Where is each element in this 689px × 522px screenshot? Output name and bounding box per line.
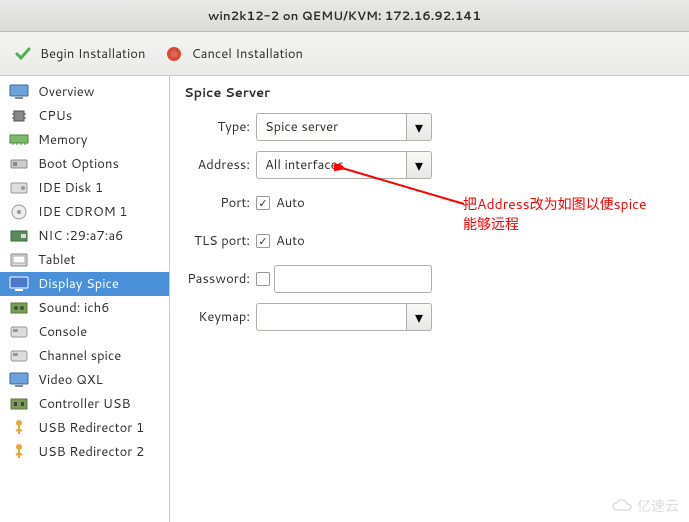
cpu-icon (8, 107, 30, 125)
tls-auto-label: Auto (276, 232, 305, 250)
sidebar-item-usb-redirector-1[interactable]: USB Redirector 1 (0, 416, 169, 440)
sidebar-item-overview[interactable]: Overview (0, 80, 169, 104)
begin-installation-label: Begin Installation (40, 45, 145, 63)
boot-icon (8, 155, 30, 173)
sidebar-item-label: Controller USB (38, 395, 131, 413)
sidebar: Overview CPUs Memory Boot Options IDE Di… (0, 76, 170, 522)
sidebar-item-memory[interactable]: Memory (0, 128, 169, 152)
chevron-down-icon: ▾ (415, 116, 423, 139)
sidebar-item-label: USB Redirector 2 (38, 443, 144, 461)
port-auto-label: Auto (276, 194, 305, 212)
sidebar-item-label: Video QXL (38, 371, 103, 389)
cancel-icon (163, 45, 185, 63)
toolbar: Begin Installation Cancel Installation (0, 32, 689, 76)
sidebar-item-ide-cdrom[interactable]: IDE CDROM 1 (0, 200, 169, 224)
usb-icon (8, 443, 30, 461)
keymap-dropdown-button[interactable]: ▾ (406, 303, 432, 331)
sidebar-item-ide-disk[interactable]: IDE Disk 1 (0, 176, 169, 200)
password-label: Password: (184, 270, 256, 288)
nic-icon (8, 227, 30, 245)
window-titlebar: win2k12-2 on QEMU/KVM: 172.16.92.141 (0, 0, 689, 32)
address-combobox[interactable]: ▾ (256, 151, 432, 179)
keymap-label: Keymap: (184, 308, 256, 326)
sidebar-item-label: Tablet (38, 251, 75, 269)
annotation-text: 把Address改为如图以便spice 能够远程 (463, 195, 678, 234)
chevron-down-icon: ▾ (415, 154, 423, 177)
sidebar-item-console[interactable]: Console (0, 320, 169, 344)
sidebar-item-display-spice[interactable]: Display Spice (0, 272, 169, 296)
usb-icon (8, 419, 30, 437)
sidebar-item-controller-usb[interactable]: Controller USB (0, 392, 169, 416)
sidebar-item-sound[interactable]: Sound: ich6 (0, 296, 169, 320)
cancel-installation-label: Cancel Installation (191, 45, 303, 63)
sound-icon (8, 299, 30, 317)
sidebar-item-label: Console (38, 323, 87, 341)
sidebar-item-nic[interactable]: NIC :29:a7:a6 (0, 224, 169, 248)
sidebar-item-label: Channel spice (38, 347, 121, 365)
checkbox-icon (256, 196, 270, 210)
tls-label: TLS port: (184, 232, 256, 250)
annotation-line2: 能够远程 (463, 214, 519, 234)
type-label: Type: (184, 118, 256, 136)
sidebar-item-label: Boot Options (38, 155, 119, 173)
sidebar-item-label: IDE Disk 1 (38, 179, 103, 197)
sidebar-item-label: Display Spice (38, 275, 119, 293)
console-icon (8, 323, 30, 341)
annotation-line1: 把Address改为如图以便spice (463, 194, 647, 214)
address-value[interactable] (256, 151, 406, 179)
channel-icon (8, 347, 30, 365)
cancel-installation-button[interactable]: Cancel Installation (163, 45, 303, 63)
checkbox-icon (256, 272, 270, 286)
sidebar-item-channel-spice[interactable]: Channel spice (0, 344, 169, 368)
sidebar-item-video-qxl[interactable]: Video QXL (0, 368, 169, 392)
chevron-down-icon: ▾ (415, 306, 423, 329)
sidebar-item-label: Overview (38, 83, 94, 101)
port-label: Port: (184, 194, 256, 212)
cdrom-icon (8, 203, 30, 221)
window-title: win2k12-2 on QEMU/KVM: 172.16.92.141 (208, 7, 481, 24)
password-checkbox[interactable] (256, 272, 270, 286)
type-dropdown-button[interactable]: ▾ (406, 113, 432, 141)
sidebar-item-label: CPUs (38, 107, 72, 125)
port-auto-checkbox[interactable]: Auto (256, 194, 305, 212)
watermark: 亿速云 (611, 496, 679, 516)
controller-icon (8, 395, 30, 413)
sidebar-item-label: IDE CDROM 1 (38, 203, 128, 221)
sidebar-item-label: Memory (38, 131, 87, 149)
section-title: Spice Server (184, 84, 675, 102)
main-panel: Spice Server Type: ▾ Address: ▾ Port: (170, 76, 689, 522)
keymap-value[interactable] (256, 303, 406, 331)
tablet-icon (8, 251, 30, 269)
password-input[interactable] (274, 265, 432, 293)
begin-installation-button[interactable]: Begin Installation (12, 45, 145, 63)
tls-auto-checkbox[interactable]: Auto (256, 232, 305, 250)
display-icon (8, 275, 30, 293)
cloud-icon (611, 499, 633, 513)
sidebar-item-tablet[interactable]: Tablet (0, 248, 169, 272)
video-icon (8, 371, 30, 389)
sidebar-item-label: Sound: ich6 (38, 299, 109, 317)
sidebar-item-label: USB Redirector 1 (38, 419, 144, 437)
sidebar-item-label: NIC :29:a7:a6 (38, 227, 123, 245)
sidebar-item-boot-options[interactable]: Boot Options (0, 152, 169, 176)
type-combobox[interactable]: ▾ (256, 113, 432, 141)
memory-icon (8, 131, 30, 149)
sidebar-item-cpus[interactable]: CPUs (0, 104, 169, 128)
keymap-combobox[interactable]: ▾ (256, 303, 432, 331)
type-value[interactable] (256, 113, 406, 141)
checkbox-icon (256, 234, 270, 248)
monitor-icon (8, 83, 30, 101)
sidebar-item-usb-redirector-2[interactable]: USB Redirector 2 (0, 440, 169, 464)
address-dropdown-button[interactable]: ▾ (406, 151, 432, 179)
address-label: Address: (184, 156, 256, 174)
watermark-text: 亿速云 (637, 496, 679, 516)
disk-icon (8, 179, 30, 197)
check-icon (12, 45, 34, 63)
